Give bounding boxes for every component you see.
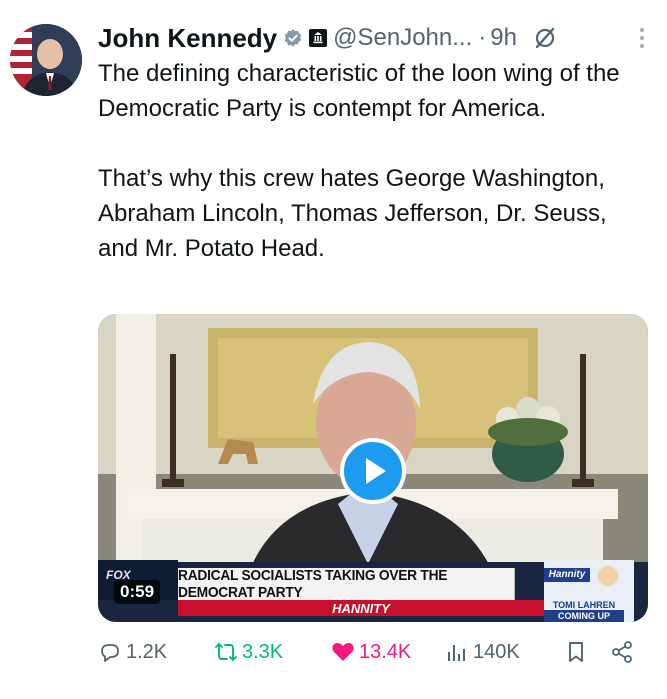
more-options-icon[interactable]	[639, 26, 645, 50]
retweet-button[interactable]: 3.3K	[214, 636, 283, 668]
retweet-icon	[215, 643, 237, 661]
reply-count: 1.2K	[126, 640, 168, 663]
video-player[interactable]: FOX 0:59 RADICAL SOCIALISTS TAKING OVER …	[98, 314, 648, 622]
heart-icon	[332, 643, 354, 661]
views-button[interactable]: 140K	[445, 636, 520, 668]
tweet-header: John Kennedy @SenJohn... · 9h	[98, 18, 647, 58]
retweet-count: 3.3K	[242, 640, 284, 663]
promo-name: TOMI LAHREN	[552, 600, 616, 610]
grok-icon[interactable]	[533, 26, 557, 50]
author-name[interactable]: John Kennedy	[98, 23, 277, 54]
show-name: HANNITY	[178, 600, 544, 616]
promo-brand: Hannity	[544, 568, 590, 582]
play-button[interactable]	[340, 438, 406, 504]
tweet-text: The defining characteristic of the loon …	[98, 60, 620, 262]
like-button[interactable]: 13.4K	[331, 636, 411, 668]
reply-button[interactable]: 1.2K	[98, 636, 167, 668]
reply-icon	[101, 644, 119, 662]
news-chyron: RADICAL SOCIALISTS TAKING OVER THE DEMOC…	[178, 567, 515, 601]
tweet-actions: 1.2K 3.3K 13.4K 140K	[98, 636, 643, 668]
share-icon[interactable]	[610, 640, 634, 664]
tweet-card[interactable]: John Kennedy @SenJohn... · 9h The defini…	[0, 0, 667, 699]
video-duration: 0:59	[114, 580, 161, 604]
play-icon	[366, 458, 386, 484]
bookmark-icon[interactable]	[564, 640, 588, 664]
government-badge-icon[interactable]	[309, 29, 328, 47]
separator-dot: ·	[478, 24, 487, 51]
like-count: 13.4K	[359, 640, 412, 663]
timestamp[interactable]: 9h	[490, 24, 517, 52]
promo-sub: COMING UP	[544, 610, 624, 622]
author-handle[interactable]: @SenJohn...	[333, 24, 472, 52]
verified-badge-icon[interactable]	[283, 28, 303, 48]
views-chart-icon	[448, 645, 465, 661]
views-count: 140K	[473, 640, 520, 663]
avatar[interactable]	[10, 24, 82, 96]
